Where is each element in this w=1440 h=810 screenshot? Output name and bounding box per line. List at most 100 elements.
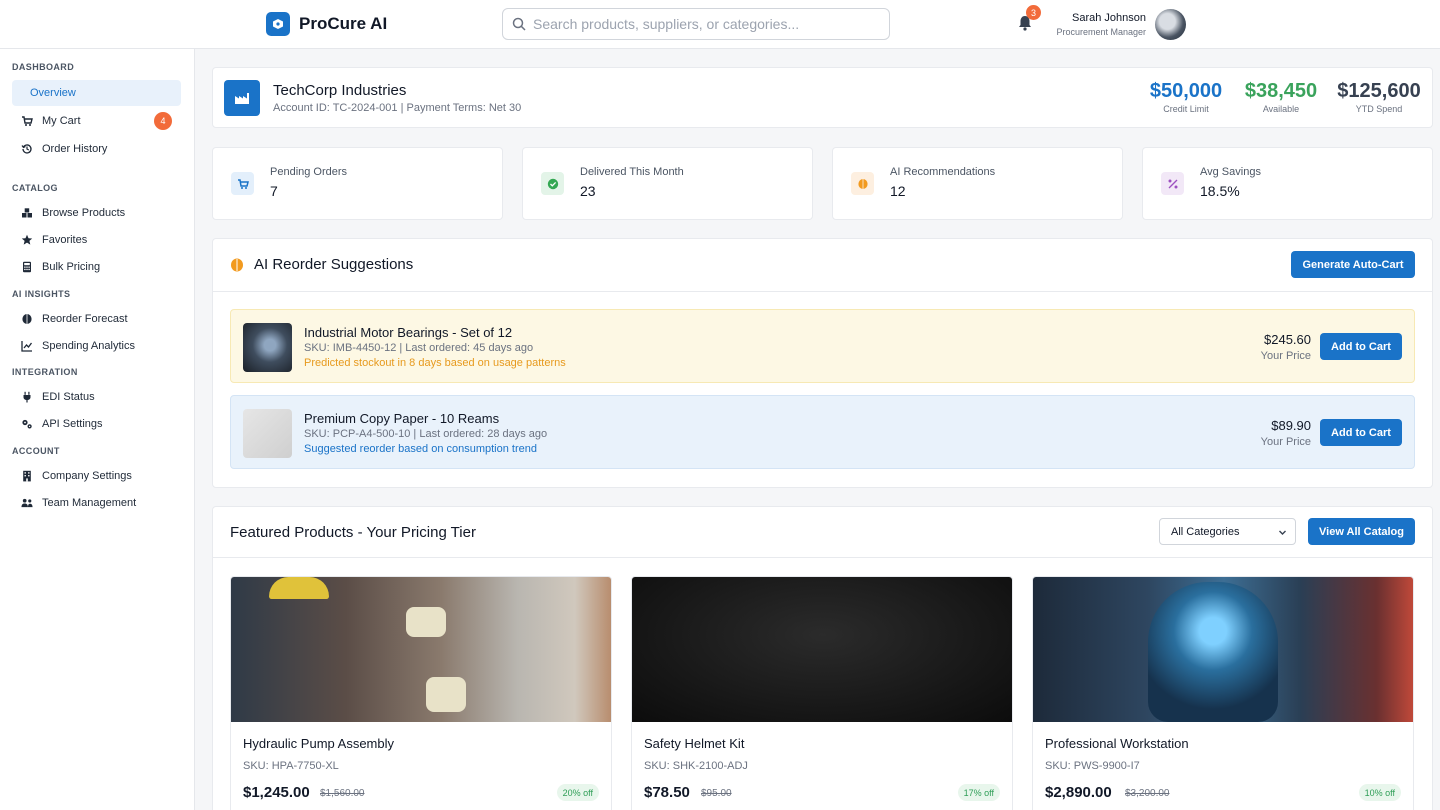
divider <box>213 291 1432 292</box>
product-image[interactable] <box>632 577 1012 722</box>
product-thumbnail[interactable] <box>243 323 292 372</box>
cart-count-badge: 4 <box>154 112 172 130</box>
brain-icon <box>21 313 33 325</box>
sidebar-item-label: Reorder Forecast <box>42 313 128 325</box>
sidebar-item-label: My Cart <box>42 115 81 127</box>
price-label: Your Price <box>1260 350 1311 362</box>
product-sku: SKU: PCP-A4-500-10 | Last ordered: 28 da… <box>304 428 548 440</box>
ytd-spend-label: YTD Spend <box>1355 104 1403 114</box>
sidebar-item-reorder-forecast[interactable]: Reorder Forecast <box>12 306 181 332</box>
account-summary-card: TechCorp Industries Account ID: TC-2024-… <box>212 67 1433 128</box>
stat-card-pending-orders[interactable]: Pending Orders 7 <box>212 147 503 220</box>
user-role: Procurement Manager <box>1056 27 1146 37</box>
discount-badge: 17% off <box>957 784 1000 801</box>
sidebar-item-label: API Settings <box>42 418 103 430</box>
credit-limit-metric: $50,000 Credit Limit <box>1143 80 1229 114</box>
sidebar-item-company-settings[interactable]: Company Settings <box>12 463 181 489</box>
product-name[interactable]: Premium Copy Paper - 10 Reams <box>304 411 499 426</box>
brain-icon <box>851 172 874 195</box>
star-icon <box>21 234 33 246</box>
search-icon <box>512 17 526 36</box>
product-price: $78.50 <box>644 784 690 801</box>
stat-value: 12 <box>890 183 906 199</box>
divider <box>213 557 1432 558</box>
app-name[interactable]: ProCure AI <box>299 14 387 34</box>
product-sku: SKU: HPA-7750-XL <box>243 760 339 772</box>
selected-category: All Categories <box>1171 525 1240 538</box>
user-name[interactable]: Sarah Johnson <box>1050 12 1146 24</box>
search-bar[interactable] <box>502 8 890 40</box>
product-sku: SKU: IMB-4450-12 | Last ordered: 45 days… <box>304 342 534 354</box>
product-card[interactable]: Hydraulic Pump Assembly SKU: HPA-7750-XL… <box>230 576 612 810</box>
panel-title: Featured Products - Your Pricing Tier <box>230 524 476 541</box>
sidebar-section-ai-insights: AI INSIGHTS <box>12 289 71 299</box>
product-price: $1,245.00 <box>243 784 310 801</box>
calculator-icon <box>21 261 33 273</box>
add-to-cart-button[interactable]: Add to Cart <box>1320 419 1402 446</box>
credit-limit-label: Credit Limit <box>1163 104 1209 114</box>
category-select[interactable]: All Categories <box>1159 518 1296 545</box>
product-name[interactable]: Industrial Motor Bearings - Set of 12 <box>304 325 512 340</box>
history-icon <box>21 143 33 155</box>
stat-label: AI Recommendations <box>890 166 996 178</box>
sidebar-item-label: Order History <box>42 143 108 155</box>
sidebar-item-label: Browse Products <box>42 207 126 219</box>
sidebar-item-overview[interactable]: Overview <box>12 80 181 106</box>
sidebar-item-browse-products[interactable]: Browse Products <box>12 200 181 226</box>
plug-icon <box>21 391 33 403</box>
sidebar-item-bulk-pricing[interactable]: Bulk Pricing <box>12 254 181 280</box>
sidebar-item-my-cart[interactable]: My Cart 4 <box>12 108 181 134</box>
reorder-suggestions-panel: AI Reorder Suggestions Generate Auto-Car… <box>212 238 1433 488</box>
sidebar-item-label: Spending Analytics <box>42 340 135 352</box>
sidebar-item-favorites[interactable]: Favorites <box>12 227 181 253</box>
product-price: $89.90 <box>1271 418 1311 433</box>
original-price: $95.00 <box>701 788 732 799</box>
available-label: Available <box>1262 104 1300 114</box>
product-image[interactable] <box>1033 577 1413 722</box>
boxes-icon <box>21 207 33 219</box>
product-card[interactable]: Professional Workstation SKU: PWS-9900-I… <box>1032 576 1414 810</box>
sidebar-item-label: Bulk Pricing <box>42 261 101 273</box>
stat-card-avg-savings[interactable]: Avg Savings 18.5% <box>1142 147 1433 220</box>
view-all-catalog-button[interactable]: View All Catalog <box>1308 518 1415 545</box>
product-name[interactable]: Safety Helmet Kit <box>644 736 744 751</box>
sidebar-section-integration: INTEGRATION <box>12 367 78 377</box>
top-bar: ProCure AI 3 Sarah Johnson Procurement M… <box>0 0 1440 49</box>
sidebar-item-spending-analytics[interactable]: Spending Analytics <box>12 333 181 359</box>
company-name: TechCorp Industries <box>273 82 407 99</box>
factory-icon <box>224 80 260 116</box>
stat-label: Delivered This Month <box>580 166 684 178</box>
generate-auto-cart-button[interactable]: Generate Auto-Cart <box>1291 251 1415 278</box>
ytd-spend-metric: $125,600 YTD Spend <box>1333 80 1425 114</box>
sidebar-section-catalog: CATALOG <box>12 183 58 193</box>
sidebar-item-api-settings[interactable]: API Settings <box>12 411 181 437</box>
product-card[interactable]: Safety Helmet Kit SKU: SHK-2100-ADJ $78.… <box>631 576 1013 810</box>
suggestion-item: Industrial Motor Bearings - Set of 12 SK… <box>230 309 1415 383</box>
product-name[interactable]: Professional Workstation <box>1045 736 1189 751</box>
product-thumbnail[interactable] <box>243 409 292 458</box>
account-details: Account ID: TC-2024-001 | Payment Terms:… <box>273 102 522 114</box>
avatar[interactable] <box>1155 9 1186 40</box>
sidebar-item-order-history[interactable]: Order History <box>12 136 181 162</box>
sidebar-section-dashboard: DASHBOARD <box>12 62 75 72</box>
product-price: $245.60 <box>1264 332 1311 347</box>
original-price: $3,200.00 <box>1125 788 1170 799</box>
credit-limit-value: $50,000 <box>1149 80 1223 102</box>
sidebar-section-account: ACCOUNT <box>12 446 60 456</box>
product-name[interactable]: Hydraulic Pump Assembly <box>243 736 394 751</box>
ytd-spend-value: $125,600 <box>1337 80 1421 102</box>
stat-card-ai-recommendations[interactable]: AI Recommendations 12 <box>832 147 1123 220</box>
logo-icon[interactable] <box>266 12 290 36</box>
panel-title: AI Reorder Suggestions <box>254 256 414 273</box>
cart-icon <box>21 115 33 127</box>
sidebar-item-team-management[interactable]: Team Management <box>12 490 181 516</box>
sidebar-item-label: Team Management <box>42 497 137 509</box>
sidebar-item-edi-status[interactable]: EDI Status <box>12 384 181 410</box>
stat-card-delivered[interactable]: Delivered This Month 23 <box>522 147 813 220</box>
sidebar-item-label: EDI Status <box>42 391 95 403</box>
sidebar-item-label: Company Settings <box>42 470 132 482</box>
search-input[interactable] <box>533 9 883 39</box>
percent-icon <box>1161 172 1184 195</box>
add-to-cart-button[interactable]: Add to Cart <box>1320 333 1402 360</box>
product-image[interactable] <box>231 577 611 722</box>
